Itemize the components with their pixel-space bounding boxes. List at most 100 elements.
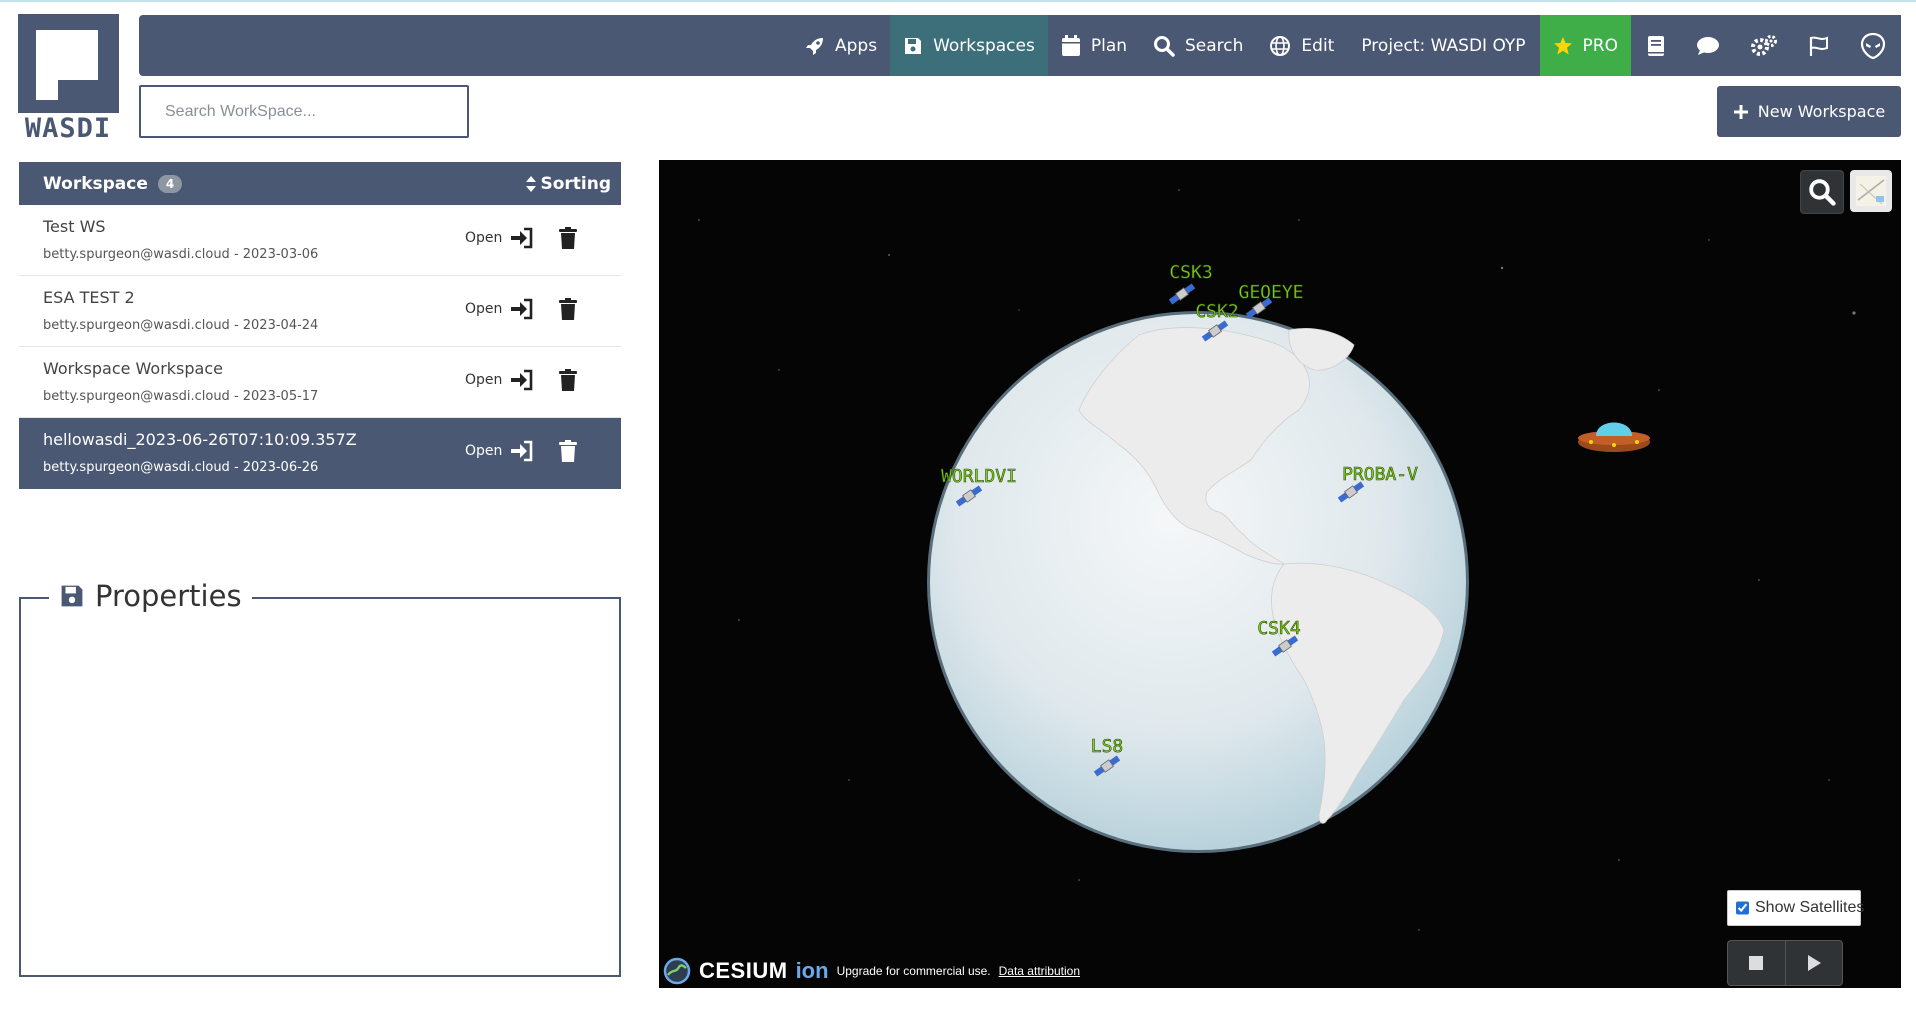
open-workspace-button[interactable]: Open bbox=[465, 369, 534, 391]
nav-documentation[interactable] bbox=[1631, 15, 1681, 76]
upgrade-notice: Upgrade for commercial use. bbox=[836, 964, 991, 978]
workspace-search-input[interactable] bbox=[139, 85, 469, 138]
workspace-row[interactable]: Test WS betty.spurgeon@wasdi.cloud - 202… bbox=[19, 205, 621, 276]
workspace-row[interactable]: ESA TEST 2 betty.spurgeon@wasdi.cloud - … bbox=[19, 276, 621, 347]
trash-icon bbox=[559, 440, 577, 462]
globe-icon bbox=[1270, 35, 1291, 56]
nav-user[interactable] bbox=[1845, 15, 1901, 76]
wasdi-logo[interactable]: WASDI bbox=[18, 14, 119, 140]
settings-icon bbox=[1751, 34, 1777, 56]
trash-icon bbox=[559, 298, 577, 320]
nav-settings[interactable] bbox=[1735, 15, 1793, 76]
nav-feedback[interactable] bbox=[1793, 15, 1845, 76]
workspace-name: ESA TEST 2 bbox=[43, 288, 135, 307]
nav-workspaces[interactable]: Workspaces bbox=[890, 15, 1048, 76]
pro-label: PRO bbox=[1582, 35, 1618, 56]
play-button[interactable] bbox=[1784, 941, 1843, 985]
show-satellites-label: Show Satellites bbox=[1755, 899, 1865, 916]
sorting-label: Sorting bbox=[540, 173, 611, 194]
floppy-disk-icon bbox=[905, 37, 922, 54]
logo-text: WASDI bbox=[25, 113, 111, 140]
nav-plan-label: Plan bbox=[1090, 35, 1128, 56]
base-layer-picker-button[interactable] bbox=[1850, 170, 1892, 212]
satellite-csk3[interactable]: CSK3 bbox=[1168, 262, 1213, 305]
open-label: Open bbox=[465, 230, 503, 246]
cesium-logo-icon bbox=[663, 957, 691, 985]
nav-search[interactable]: Search bbox=[1140, 15, 1256, 76]
satellite-label: CSK3 bbox=[1169, 262, 1212, 283]
sign-in-icon bbox=[511, 298, 533, 320]
workspace-list-title: Workspace bbox=[43, 173, 148, 194]
top-navbar: Apps Workspaces Plan Search Edit Project… bbox=[139, 15, 1901, 76]
nav-plan[interactable]: Plan bbox=[1048, 15, 1140, 76]
satellite-label: PROBA-V bbox=[1342, 464, 1418, 485]
satellite-label: CSK4 bbox=[1257, 618, 1300, 639]
top-accent-line bbox=[0, 0, 1916, 2]
workspace-count-badge: 4 bbox=[157, 174, 183, 193]
earth-globe[interactable] bbox=[927, 311, 1469, 853]
show-satellites-checkbox[interactable] bbox=[1736, 901, 1749, 915]
show-satellites-toggle[interactable]: Show Satellites bbox=[1727, 890, 1865, 926]
sign-in-icon bbox=[511, 369, 533, 391]
nav-apps-label: Apps bbox=[834, 35, 878, 56]
workspace-meta: betty.spurgeon@wasdi.cloud - 2023-05-17 bbox=[43, 389, 319, 404]
trash-icon bbox=[559, 227, 577, 249]
workspace-row-selected[interactable]: hellowasdi_2023-06-26T07:10:09.357Z bett… bbox=[19, 418, 621, 489]
open-workspace-button[interactable]: Open bbox=[465, 227, 534, 249]
properties-panel: Properties bbox=[19, 579, 621, 977]
nav-apps[interactable]: Apps bbox=[792, 15, 890, 76]
satellite-label: CSK2 bbox=[1195, 301, 1238, 322]
ufo-icon bbox=[1578, 422, 1650, 452]
alien-icon bbox=[1860, 32, 1886, 59]
data-attribution-link[interactable]: Data attribution bbox=[999, 964, 1080, 978]
workspace-name: Test WS bbox=[43, 217, 106, 236]
animation-controls bbox=[1727, 940, 1843, 986]
cesium-credits: CESIUM ion Upgrade for commercial use. D… bbox=[663, 957, 1080, 985]
stop-icon bbox=[1749, 956, 1764, 970]
nav-project[interactable]: Project: WASDI OYP bbox=[1347, 15, 1539, 76]
sort-icon bbox=[526, 175, 537, 192]
sorting-button[interactable]: Sorting bbox=[526, 174, 611, 194]
properties-legend: Properties bbox=[49, 579, 252, 613]
nav-pro[interactable]: PRO bbox=[1539, 15, 1631, 76]
workspace-name: Workspace Workspace bbox=[43, 359, 223, 378]
delete-workspace-button[interactable] bbox=[559, 369, 577, 395]
workspace-meta: betty.spurgeon@wasdi.cloud - 2023-04-24 bbox=[43, 318, 319, 333]
delete-workspace-button[interactable] bbox=[559, 440, 577, 466]
workspace-list: Workspace 4 Sorting Test WS betty.spurge… bbox=[19, 162, 621, 489]
geocoder-search-button[interactable] bbox=[1800, 170, 1844, 214]
satellite-label: WORLDVI bbox=[941, 466, 1017, 487]
sign-in-icon bbox=[511, 440, 533, 462]
open-workspace-button[interactable]: Open bbox=[465, 440, 534, 462]
workspace-row[interactable]: Workspace Workspace betty.spurgeon@wasdi… bbox=[19, 347, 621, 418]
globe-viewer[interactable]: CSK3 GEOEYE CSK2 WORLDVI PROBA-V CSK4 LS8 Show… bbox=[659, 160, 1901, 988]
search-icon bbox=[1154, 35, 1175, 57]
delete-workspace-button[interactable] bbox=[559, 298, 577, 324]
cesium-brand: CESIUM bbox=[699, 958, 788, 983]
satellite-label: LS8 bbox=[1091, 736, 1124, 757]
plus-icon bbox=[1733, 104, 1748, 119]
open-label: Open bbox=[465, 372, 503, 388]
satellite-geoeye[interactable]: GEOEYE bbox=[1238, 282, 1304, 319]
nav-chat[interactable] bbox=[1681, 15, 1735, 76]
sign-in-icon bbox=[511, 227, 533, 249]
book-icon bbox=[1648, 35, 1664, 56]
new-workspace-label: New Workspace bbox=[1757, 102, 1886, 121]
stop-button[interactable] bbox=[1728, 941, 1785, 985]
delete-workspace-button[interactable] bbox=[559, 227, 577, 253]
workspace-meta: betty.spurgeon@wasdi.cloud - 2023-06-26 bbox=[43, 460, 319, 475]
workspace-meta: betty.spurgeon@wasdi.cloud - 2023-03-06 bbox=[43, 247, 319, 262]
rocket-icon bbox=[805, 37, 823, 55]
cesium-ion: ion bbox=[795, 958, 829, 983]
open-workspace-button[interactable]: Open bbox=[465, 298, 534, 320]
new-workspace-button[interactable]: New Workspace bbox=[1717, 86, 1901, 137]
satellite-icon bbox=[1168, 283, 1196, 305]
star-icon bbox=[1553, 36, 1572, 54]
floppy-disk-icon bbox=[61, 585, 83, 607]
open-label: Open bbox=[465, 301, 503, 317]
chat-icon bbox=[1697, 36, 1719, 55]
globe-scene[interactable]: CSK3 GEOEYECSK2 WORLDVI PROBA-V CSK4 LS8 bbox=[659, 160, 1901, 988]
nav-edit[interactable]: Edit bbox=[1256, 15, 1347, 76]
project-label: Project: WASDI OYP bbox=[1361, 35, 1526, 56]
workspace-name: hellowasdi_2023-06-26T07:10:09.357Z bbox=[43, 430, 357, 449]
